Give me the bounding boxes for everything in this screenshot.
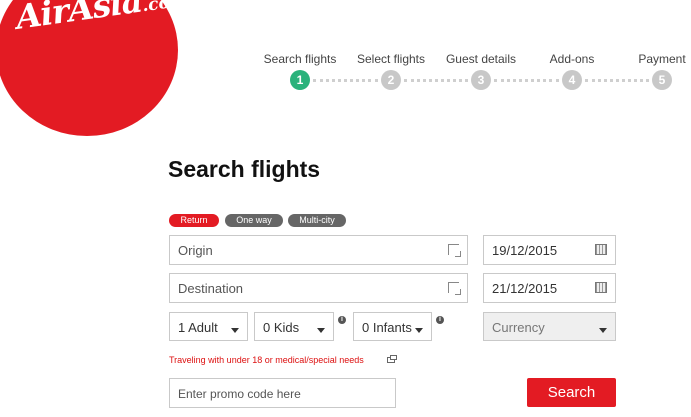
step-number-3: 3 [471, 70, 491, 90]
step-label-payment: Payment [638, 52, 686, 66]
currency-select[interactable]: Currency [483, 312, 616, 341]
depart-date-input[interactable]: 19/12/2015 [483, 235, 616, 265]
chevron-down-icon [231, 328, 239, 333]
expand-icon[interactable] [448, 282, 461, 295]
kids-info-icon[interactable]: i [338, 316, 346, 324]
booking-progress: Search flights Select flights Guest deta… [0, 0, 691, 100]
page-title: Search flights [168, 156, 321, 182]
step-connector [404, 79, 468, 82]
step-connector [494, 79, 559, 82]
step-connector [313, 79, 378, 82]
origin-input[interactable]: Origin [169, 235, 468, 265]
destination-placeholder: Destination [178, 281, 244, 296]
calendar-icon[interactable] [595, 282, 607, 293]
promo-code-input[interactable]: Enter promo code here [169, 378, 396, 408]
return-date-input[interactable]: 21/12/2015 [483, 273, 616, 303]
step-number-1: 1 [290, 70, 310, 90]
special-needs-link[interactable]: Traveling with under 18 or medical/speci… [169, 355, 364, 365]
destination-input[interactable]: Destination [169, 273, 468, 303]
search-button[interactable]: Search [527, 378, 616, 407]
chevron-down-icon [415, 328, 423, 333]
step-label-search-flights: Search flights [263, 52, 337, 66]
step-connector [585, 79, 649, 82]
trip-type-return[interactable]: Return [169, 214, 219, 227]
popup-icon[interactable] [387, 355, 397, 363]
depart-date-value: 19/12/2015 [492, 243, 558, 258]
promo-code-placeholder: Enter promo code here [178, 387, 301, 401]
kids-value: 0 Kids [263, 320, 300, 335]
trip-type-one-way[interactable]: One way [225, 214, 283, 227]
infants-select[interactable]: 0 Infants [353, 312, 432, 341]
chevron-down-icon [599, 328, 607, 333]
trip-type-multi-city[interactable]: Multi-city [288, 214, 346, 227]
origin-placeholder: Origin [178, 243, 213, 258]
kids-select[interactable]: 0 Kids [254, 312, 334, 341]
calendar-icon[interactable] [595, 244, 607, 255]
adults-select[interactable]: 1 Adult [169, 312, 248, 341]
adults-value: 1 Adult [178, 320, 218, 335]
infants-value: 0 Infants [362, 320, 412, 335]
expand-icon[interactable] [448, 244, 461, 257]
step-number-4: 4 [562, 70, 582, 90]
step-label-guest-details: Guest details [445, 52, 517, 66]
step-label-select-flights: Select flights [356, 52, 426, 66]
infants-info-icon[interactable]: i [436, 316, 444, 324]
step-label-add-ons: Add-ons [549, 52, 595, 66]
step-number-2: 2 [381, 70, 401, 90]
chevron-down-icon [317, 328, 325, 333]
currency-placeholder: Currency [492, 320, 545, 335]
return-date-value: 21/12/2015 [492, 281, 558, 296]
step-number-5: 5 [652, 70, 672, 90]
